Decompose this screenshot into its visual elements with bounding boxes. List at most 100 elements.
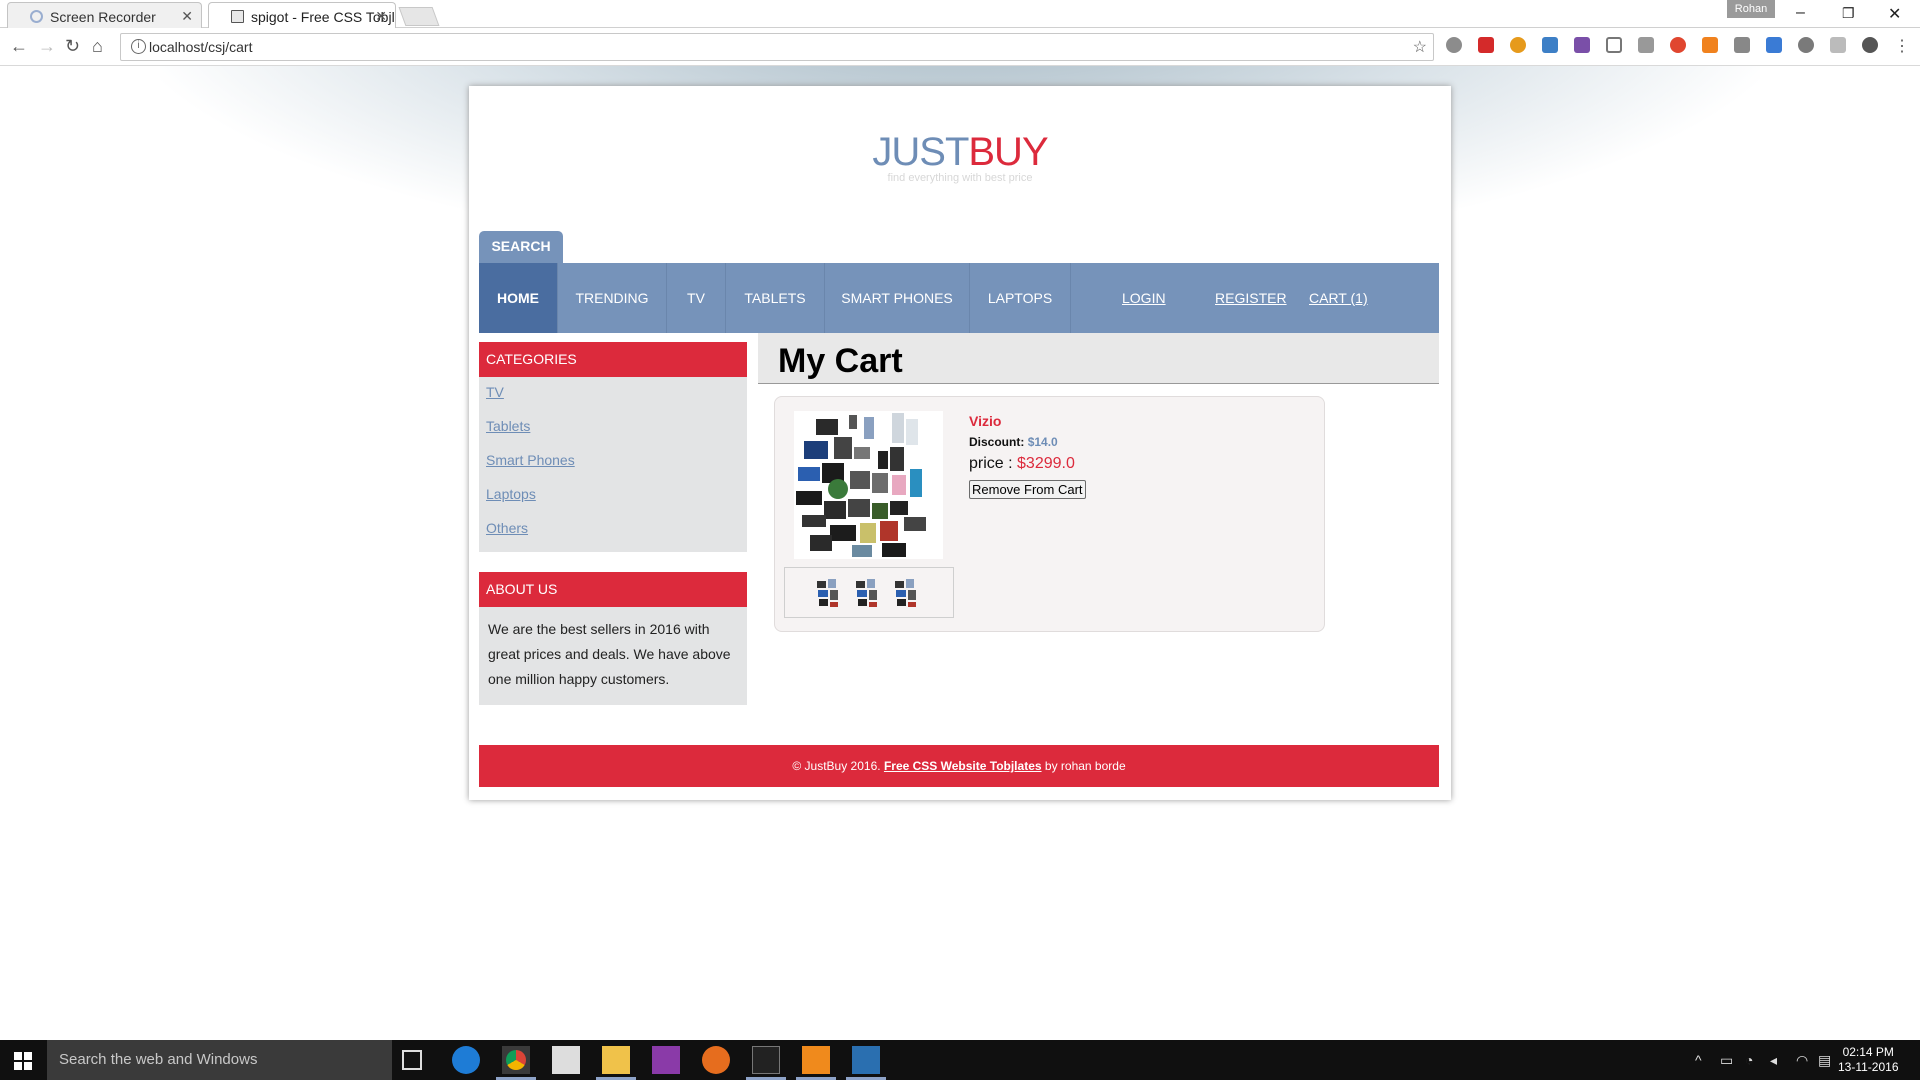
blue-extension-icon[interactable] (1542, 37, 1558, 53)
clock-time: 02:14 PM (1842, 1045, 1894, 1059)
logo-just: JUST (872, 130, 969, 174)
price-value: $3299.0 (1017, 455, 1075, 472)
about-us-text: We are the best sellers in 2016 with gre… (488, 621, 731, 687)
footer-author: by rohan borde (1044, 759, 1126, 773)
menu-tv[interactable]: TV (667, 263, 726, 333)
command-prompt-icon[interactable] (752, 1046, 780, 1074)
ide-icon[interactable] (852, 1046, 880, 1074)
close-icon[interactable]: ✕ (375, 8, 387, 25)
product-thumbnail[interactable] (853, 576, 881, 610)
screen-recorder-icon (30, 10, 43, 23)
reload-icon[interactable]: ↻ (65, 36, 80, 57)
close-icon[interactable]: ✕ (181, 8, 193, 25)
sublime-icon[interactable] (802, 1046, 830, 1074)
category-others[interactable]: Others (486, 520, 528, 536)
product-price: price : $3299.0 (969, 455, 1075, 473)
product-thumbnail[interactable] (892, 576, 920, 610)
windows-start-icon[interactable] (14, 1052, 32, 1070)
camera-icon[interactable] (1638, 37, 1654, 53)
about-us-header: ABOUT US (479, 572, 747, 607)
cart-product-card: Vizio Discount: $14.0 price : $3299.0 Re… (774, 396, 1325, 632)
search-tab[interactable]: SEARCH (479, 231, 563, 263)
red-extension-icon[interactable] (1478, 37, 1494, 53)
file-explorer-icon[interactable] (602, 1046, 630, 1074)
tab-title: Screen Recorder (50, 9, 156, 25)
electronics-collage-image (796, 413, 926, 557)
taskbar-clock[interactable]: 02:14 PM 13-11-2016 (1838, 1045, 1899, 1075)
firefox-icon[interactable] (702, 1046, 730, 1074)
bookmark-star-icon[interactable]: ☆ (1413, 37, 1427, 57)
url-text[interactable]: localhost/csj/cart (149, 39, 252, 55)
category-smart-phones[interactable]: Smart Phones (486, 452, 575, 468)
remove-from-cart-button[interactable]: Remove From Cart (969, 480, 1086, 499)
tab-screen-recorder[interactable]: Screen Recorder ✕ (7, 2, 202, 28)
volume-icon[interactable]: ◂ (1770, 1052, 1777, 1069)
windows-taskbar: Search the web and Windows ^ ▭ ◔ ◂ ◠ ▤ 0… (0, 1040, 1920, 1080)
category-tv[interactable]: TV (486, 384, 504, 400)
menu-laptops[interactable]: LAPTOPS (970, 263, 1071, 333)
site-container: JUSTBUY find everything with best price … (469, 86, 1451, 800)
onenote-icon[interactable] (652, 1046, 680, 1074)
light-extension-icon[interactable] (1830, 37, 1846, 53)
edge-icon[interactable] (452, 1046, 480, 1074)
price-label: price : (969, 455, 1018, 472)
product-image[interactable] (794, 411, 943, 559)
address-bar[interactable]: i localhost/csj/cart ☆ (120, 33, 1434, 61)
orange-square-extension-icon[interactable] (1702, 37, 1718, 53)
tray-chevron-icon[interactable]: ^ (1695, 1052, 1702, 1068)
menu-login[interactable]: LOGIN (1122, 263, 1166, 333)
wifi-icon[interactable]: ◠ (1796, 1052, 1808, 1069)
taskbar-search-box[interactable]: Search the web and Windows (47, 1040, 392, 1080)
footer-copyright: © JustBuy 2016. (792, 759, 881, 773)
page-icon (231, 10, 244, 23)
chrome-icon[interactable] (506, 1050, 526, 1070)
menu-dots-icon[interactable]: ⋮ (1894, 36, 1910, 56)
menu-cart[interactable]: CART (1) (1309, 263, 1368, 333)
task-view-icon[interactable] (402, 1050, 422, 1070)
new-tab-button[interactable] (398, 7, 440, 26)
help-extension-icon[interactable] (1862, 37, 1878, 53)
menu-trending[interactable]: TRENDING (558, 263, 667, 333)
menu-register[interactable]: REGISTER (1215, 263, 1287, 333)
page-viewport: JUSTBUY find everything with best price … (0, 66, 1920, 1040)
footer-templates-link[interactable]: Free CSS Website Tobjlates (884, 759, 1042, 773)
store-icon[interactable] (552, 1046, 580, 1074)
grey-extension-icon[interactable] (1734, 37, 1750, 53)
action-center-icon[interactable]: ▤ (1818, 1052, 1831, 1069)
orange-extension-icon[interactable] (1510, 37, 1526, 53)
back-icon[interactable]: ← (10, 36, 28, 57)
logo-buy: BUY (968, 130, 1048, 174)
restore-icon[interactable]: ❐ (1842, 5, 1855, 22)
category-laptops[interactable]: Laptops (486, 486, 536, 502)
site-footer: © JustBuy 2016. Free CSS Website Tobjlat… (479, 745, 1439, 787)
site-logo[interactable]: JUSTBUY (469, 130, 1451, 175)
battery-icon[interactable]: ▭ (1720, 1052, 1733, 1069)
menu-tablets[interactable]: TABLETS (726, 263, 825, 333)
menu-home[interactable]: HOME (479, 263, 558, 333)
red-circle-extension-icon[interactable] (1670, 37, 1686, 53)
info-icon[interactable]: i (131, 39, 146, 54)
about-us-box: We are the best sellers in 2016 with gre… (479, 607, 747, 705)
categories-header: CATEGORIES (479, 342, 747, 377)
cast-icon[interactable] (1606, 37, 1622, 53)
download-extension-icon[interactable] (1766, 37, 1782, 53)
browser-tab-bar: Screen Recorder ✕ spigot - Free CSS Tobj… (0, 0, 1920, 28)
minimize-icon[interactable]: – (1796, 4, 1805, 22)
site-tagline: find everything with best price (887, 172, 1033, 184)
product-discount: Discount: $14.0 (969, 435, 1058, 449)
forward-icon[interactable]: → (38, 36, 56, 57)
product-thumbnail[interactable] (814, 576, 842, 610)
network-icon[interactable]: ◔ (1745, 1052, 1753, 1068)
category-tablets[interactable]: Tablets (486, 418, 530, 434)
menu-smart-phones[interactable]: SMART PHONES (825, 263, 970, 333)
categories-box: TV Tablets Smart Phones Laptops Others (479, 377, 747, 552)
profile-button[interactable]: Rohan (1727, 0, 1775, 18)
home-icon[interactable]: ⌂ (92, 36, 103, 57)
product-thumbnails (784, 567, 954, 618)
product-name[interactable]: Vizio (969, 413, 1001, 429)
globe-extension-icon[interactable] (1798, 37, 1814, 53)
purple-extension-icon[interactable] (1574, 37, 1590, 53)
close-window-icon[interactable]: ✕ (1888, 4, 1901, 24)
tab-spigot[interactable]: spigot - Free CSS Tobjlat ✕ (208, 2, 396, 28)
abp-extension-icon[interactable] (1446, 37, 1462, 53)
